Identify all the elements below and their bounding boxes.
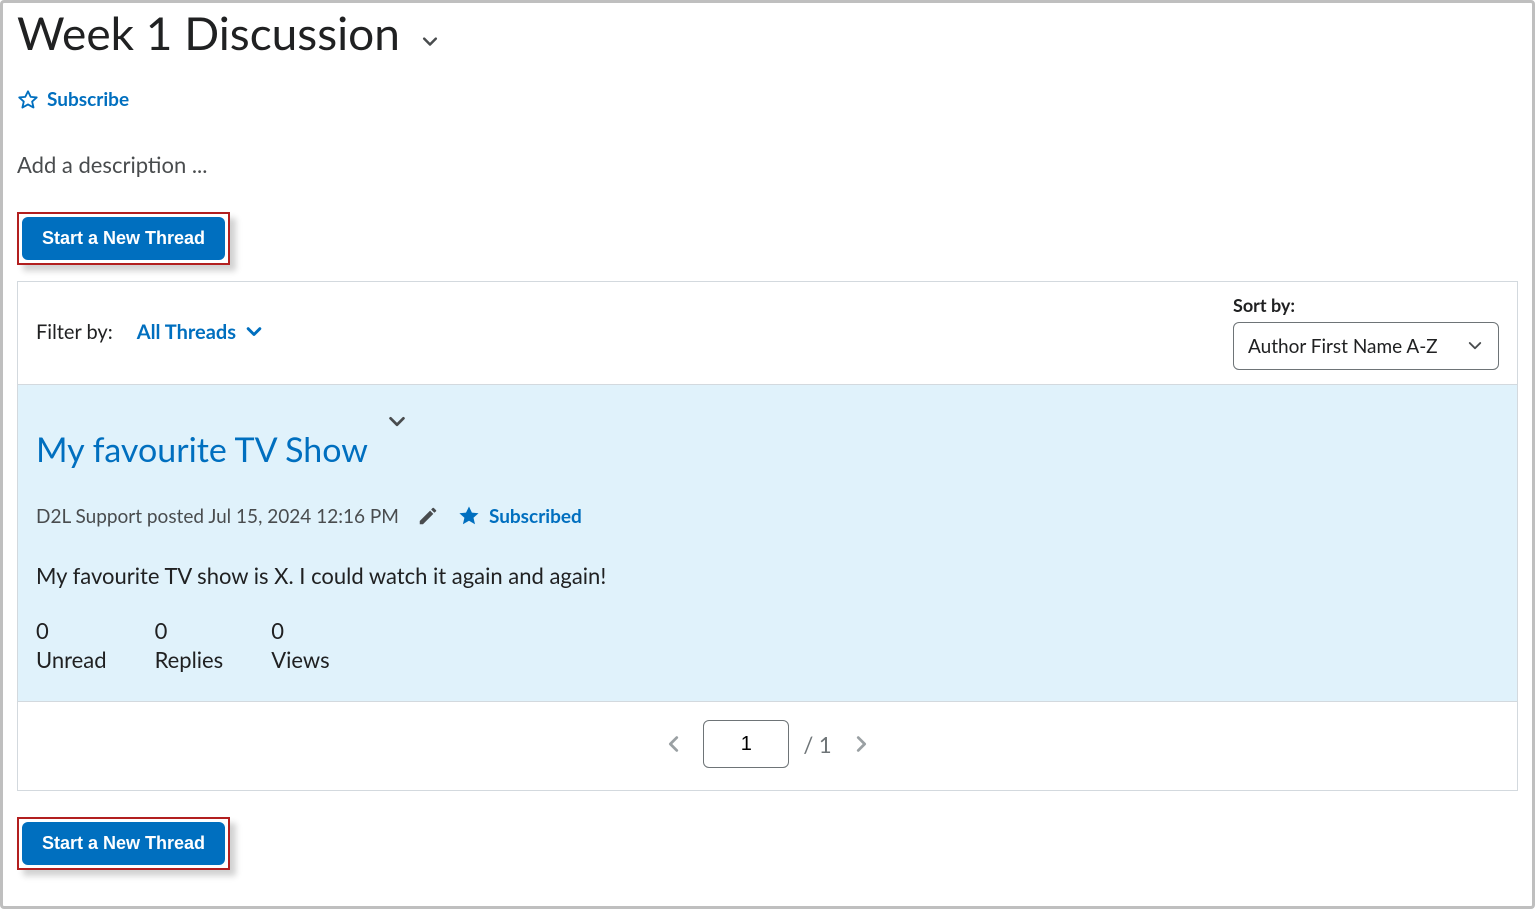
- stat-unread-count: 0: [36, 617, 107, 644]
- thread-item: My favourite TV Show D2L Support posted …: [18, 384, 1517, 701]
- filter-value-text: All Threads: [137, 320, 236, 344]
- pencil-icon: [417, 505, 439, 527]
- subscribed-toggle[interactable]: Subscribed: [457, 504, 582, 528]
- stat-replies-label: Replies: [155, 646, 224, 673]
- chevron-down-icon: [244, 322, 264, 342]
- start-new-thread-button[interactable]: Start a New Thread: [22, 217, 225, 260]
- stat-views: 0 Views: [271, 617, 329, 673]
- stat-views-count: 0: [271, 617, 329, 644]
- stat-replies: 0 Replies: [155, 617, 224, 673]
- filter-label: Filter by:: [36, 320, 113, 344]
- star-filled-icon: [457, 504, 481, 528]
- pager-prev-button[interactable]: [659, 729, 689, 759]
- chevron-down-icon: [1466, 337, 1484, 355]
- stat-views-label: Views: [271, 646, 329, 673]
- start-new-thread-button-bottom[interactable]: Start a New Thread: [22, 822, 225, 865]
- filter-dropdown[interactable]: All Threads: [137, 320, 264, 344]
- pager: / 1: [18, 701, 1517, 790]
- chevron-right-icon: [850, 733, 872, 755]
- stat-unread: 0 Unread: [36, 617, 107, 673]
- stat-replies-count: 0: [155, 617, 224, 644]
- chevron-left-icon: [663, 733, 685, 755]
- chevron-down-icon: [420, 32, 440, 52]
- pager-next-button[interactable]: [846, 729, 876, 759]
- threads-toolbar: Filter by: All Threads Sort by: Author F…: [18, 282, 1517, 384]
- threads-container: Filter by: All Threads Sort by: Author F…: [17, 281, 1518, 791]
- thread-body: My favourite TV show is X. I could watch…: [36, 562, 1499, 589]
- edit-button[interactable]: [417, 505, 439, 527]
- chevron-down-icon: [386, 411, 408, 433]
- page-title: Week 1 Discussion: [17, 5, 400, 60]
- stat-unread-label: Unread: [36, 646, 107, 673]
- pager-total: / 1: [803, 731, 831, 758]
- description-placeholder[interactable]: Add a description ...: [17, 151, 1518, 178]
- sort-selected-text: Author First Name A-Z: [1248, 335, 1438, 358]
- subscribed-label: Subscribed: [489, 505, 582, 528]
- thread-dropdown-button[interactable]: [386, 411, 410, 435]
- new-thread-highlight-top: Start a New Thread: [17, 212, 230, 265]
- sort-label: Sort by:: [1233, 294, 1499, 316]
- thread-title-link[interactable]: My favourite TV Show: [36, 429, 368, 470]
- thread-stats: 0 Unread 0 Replies 0 Views: [36, 617, 1499, 673]
- star-outline-icon: [17, 89, 39, 111]
- thread-posted-meta: D2L Support posted Jul 15, 2024 12:16 PM: [36, 505, 399, 528]
- pager-page-input[interactable]: [703, 720, 789, 768]
- subscribe-link[interactable]: Subscribe: [47, 88, 129, 111]
- new-thread-highlight-bottom: Start a New Thread: [17, 817, 230, 870]
- title-dropdown-button[interactable]: [418, 30, 442, 54]
- sort-select[interactable]: Author First Name A-Z: [1233, 322, 1499, 370]
